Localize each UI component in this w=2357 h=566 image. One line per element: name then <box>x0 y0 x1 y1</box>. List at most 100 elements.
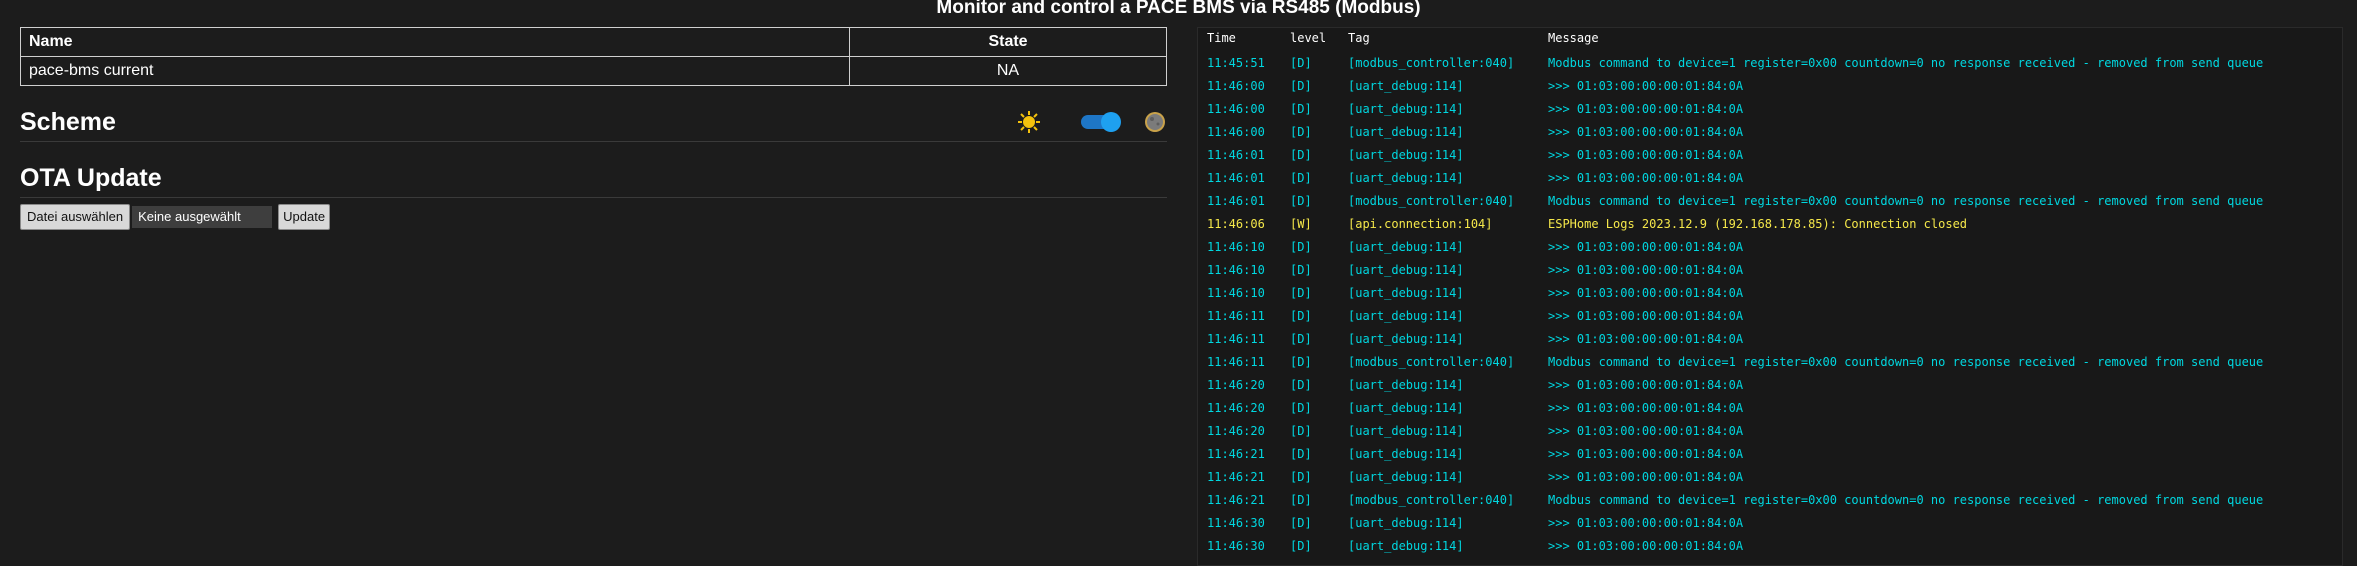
log-row: 11:46:20 [D] [uart_debug:114] >>> 01:03:00:… <box>1198 397 2342 420</box>
log-row: 11:46:01 [D] [uart_debug:114] >>> 01:03:00:… <box>1198 144 2342 167</box>
log-time: 11:46:30 <box>1207 516 1265 530</box>
moon-icon[interactable] <box>1143 110 1167 134</box>
log-tag: [uart_debug:114] <box>1348 378 1464 392</box>
log-header-level: level <box>1290 31 1327 45</box>
log-tag: [modbus_controller:040] <box>1348 493 1515 507</box>
log-tag: [uart_debug:114] <box>1348 148 1464 162</box>
scheme-controls <box>1017 110 1167 134</box>
log-level: [D] <box>1290 355 1312 369</box>
log-panel[interactable]: Time level Tag Message 11:45:51 [D] [modbu… <box>1197 27 2343 566</box>
log-level: [D] <box>1290 263 1312 277</box>
log-time: 11:46:10 <box>1207 263 1265 277</box>
log-time: 11:46:20 <box>1207 378 1265 392</box>
log-tag: [uart_debug:114] <box>1348 332 1464 346</box>
page-title: Monitor and control a PACE BMS via RS485… <box>936 0 1421 18</box>
log-row: 11:46:21 [D] [uart_debug:114] >>> 01:03:00:… <box>1198 443 2342 466</box>
log-time: 11:46:01 <box>1207 194 1265 208</box>
log-level: [D] <box>1290 286 1312 300</box>
log-time: 11:46:00 <box>1207 125 1265 139</box>
sun-icon[interactable] <box>1017 110 1041 134</box>
log-message: >>> 01:03:00:00:00:01:84:0A <box>1548 447 1744 461</box>
scheme-toggle[interactable] <box>1081 112 1121 132</box>
log-message: >>> 01:03:00:00:00:01:84:0A <box>1548 102 1744 116</box>
log-time: 11:46:00 <box>1207 102 1265 116</box>
log-time: 11:46:30 <box>1207 539 1265 553</box>
log-level: [D] <box>1290 309 1312 323</box>
log-level: [D] <box>1290 539 1312 553</box>
log-level: [D] <box>1290 447 1312 461</box>
log-row: 11:46:21 [D] [modbus_controller:040] Modbus… <box>1198 489 2342 512</box>
log-time: 11:45:51 <box>1207 56 1265 70</box>
log-row: 11:46:11 [D] [uart_debug:114] >>> 01:03:00:… <box>1198 328 2342 351</box>
log-row: 11:46:00 [D] [uart_debug:114] >>> 01:03:00:… <box>1198 98 2342 121</box>
log-row: 11:45:51 [D] [modbus_controller:040] Modbus… <box>1198 52 2342 75</box>
name-column-header: Name <box>20 27 850 57</box>
log-message: >>> 01:03:00:00:00:01:84:0A <box>1548 309 1744 323</box>
entity-state: NA <box>849 56 1167 86</box>
log-tag: [uart_debug:114] <box>1348 240 1464 254</box>
log-message: Modbus command to device=1 register=0x00… <box>1548 194 2264 208</box>
log-header: Time level Tag Message <box>1198 28 2342 52</box>
log-tag: [uart_debug:114] <box>1348 516 1464 530</box>
log-level: [D] <box>1290 171 1312 185</box>
log-time: 11:46:20 <box>1207 424 1265 438</box>
log-row: 11:46:10 [D] [uart_debug:114] >>> 01:03:00:… <box>1198 259 2342 282</box>
log-tag: [uart_debug:114] <box>1348 309 1464 323</box>
log-tag: [uart_debug:114] <box>1348 424 1464 438</box>
log-tag: [modbus_controller:040] <box>1348 194 1515 208</box>
log-tag: [modbus_controller:040] <box>1348 56 1515 70</box>
log-message: >>> 01:03:00:00:00:01:84:0A <box>1548 470 1744 484</box>
log-message: Modbus command to device=1 register=0x00… <box>1548 56 2264 70</box>
log-time: 11:46:00 <box>1207 79 1265 93</box>
log-row: 11:46:10 [D] [uart_debug:114] >>> 01:03:00:… <box>1198 236 2342 259</box>
log-time: 11:46:06 <box>1207 217 1265 231</box>
update-button[interactable]: Update <box>278 204 331 230</box>
log-level: [D] <box>1290 470 1312 484</box>
log-tag: [uart_debug:114] <box>1348 102 1464 116</box>
log-level: [D] <box>1290 332 1312 346</box>
table-row: pace-bms current NA <box>20 56 1167 86</box>
ota-form: Datei auswählen Keine ausgewählt Update <box>20 204 1167 230</box>
log-row: 11:46:20 [D] [uart_debug:114] >>> 01:03:00:… <box>1198 374 2342 397</box>
log-time: 11:46:01 <box>1207 148 1265 162</box>
ota-title: OTA Update <box>20 164 162 192</box>
log-message: >>> 01:03:00:00:00:01:84:0A <box>1548 424 1744 438</box>
log-level: [W] <box>1290 217 1312 231</box>
log-tag: [uart_debug:114] <box>1348 171 1464 185</box>
log-tag: [api.connection:104] <box>1348 217 1493 231</box>
log-row: 11:46:10 [D] [uart_debug:114] >>> 01:03:00:… <box>1198 282 2342 305</box>
log-level: [D] <box>1290 125 1312 139</box>
log-level: [D] <box>1290 79 1312 93</box>
choose-file-button[interactable]: Datei auswählen <box>20 204 131 230</box>
states-table-header: Name State <box>20 27 1167 57</box>
log-time: 11:46:21 <box>1207 493 1265 507</box>
log-row: 11:46:30 [D] [uart_debug:114] >>> 01:03:00:… <box>1198 535 2342 558</box>
log-row: 11:46:06 [W] [api.connection:104] ESPHome L… <box>1198 213 2342 236</box>
ota-section: OTA Update <box>20 164 1167 198</box>
scheme-section: Scheme <box>20 108 1167 142</box>
log-level: [D] <box>1290 516 1312 530</box>
log-message: Modbus command to device=1 register=0x00… <box>1548 355 2264 369</box>
log-time: 11:46:01 <box>1207 171 1265 185</box>
toggle-knob <box>1101 112 1121 132</box>
log-level: [D] <box>1290 148 1312 162</box>
log-time: 11:46:21 <box>1207 470 1265 484</box>
scheme-title: Scheme <box>20 108 116 136</box>
log-row: 11:46:01 [D] [modbus_controller:040] Modbus… <box>1198 190 2342 213</box>
log-row: 11:46:20 [D] [uart_debug:114] >>> 01:03:00:… <box>1198 420 2342 443</box>
log-tag: [uart_debug:114] <box>1348 263 1464 277</box>
log-tag: [modbus_controller:040] <box>1348 355 1515 369</box>
states-table: Name State pace-bms current NA <box>20 27 1167 86</box>
log-message: >>> 01:03:00:00:00:01:84:0A <box>1548 263 1744 277</box>
log-level: [D] <box>1290 102 1312 116</box>
log-header-message: Message <box>1548 31 1599 45</box>
log-message: >>> 01:03:00:00:00:01:84:0A <box>1548 125 1744 139</box>
log-message: >>> 01:03:00:00:00:01:84:0A <box>1548 378 1744 392</box>
log-tag: [uart_debug:114] <box>1348 539 1464 553</box>
log-message: >>> 01:03:00:00:00:01:84:0A <box>1548 171 1744 185</box>
log-header-tag: Tag <box>1348 31 1370 45</box>
log-time: 11:46:10 <box>1207 240 1265 254</box>
entity-name: pace-bms current <box>20 56 850 86</box>
log-message: Modbus command to device=1 register=0x00… <box>1548 493 2264 507</box>
log-row: 11:46:11 [D] [uart_debug:114] >>> 01:03:00:… <box>1198 305 2342 328</box>
